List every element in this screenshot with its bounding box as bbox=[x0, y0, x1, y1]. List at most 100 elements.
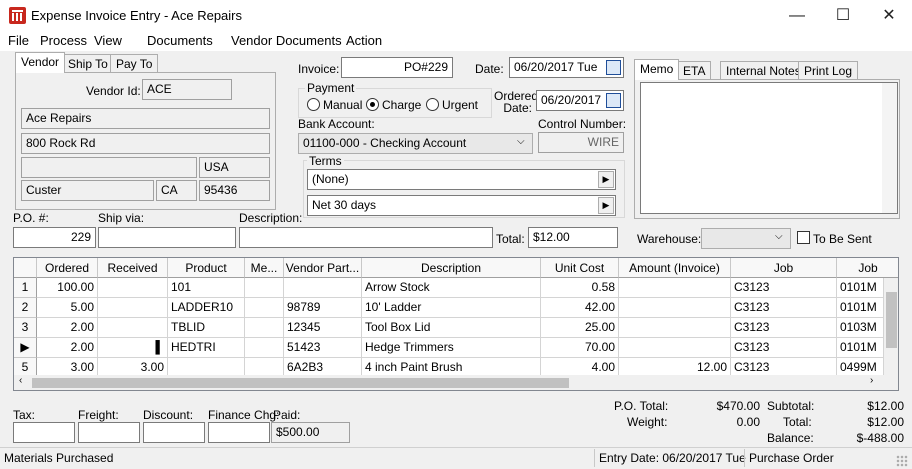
grid-hscroll-thumb[interactable] bbox=[32, 378, 569, 388]
tab-ship-to[interactable]: Ship To bbox=[62, 54, 114, 73]
description-field[interactable] bbox=[239, 227, 493, 248]
cell-job-2[interactable]: 0101M bbox=[837, 338, 884, 358]
tab-internal-notes[interactable]: Internal Notes bbox=[720, 61, 807, 80]
vendor-city-field[interactable]: Custer bbox=[21, 180, 154, 201]
bank-account-select[interactable]: 01100-000 - Checking Account bbox=[298, 133, 533, 154]
cell-me[interactable] bbox=[245, 338, 284, 358]
tab-print-log[interactable]: Print Log bbox=[798, 61, 859, 80]
col-me[interactable]: Me... bbox=[245, 258, 284, 278]
cell-unit-cost[interactable]: 70.00 bbox=[541, 338, 619, 358]
scroll-right-icon[interactable]: › bbox=[870, 375, 873, 386]
vendor-address1-field[interactable]: 800 Rock Rd bbox=[21, 133, 270, 154]
vendor-address2-field[interactable] bbox=[21, 157, 197, 178]
row-header[interactable]: 3 bbox=[14, 318, 37, 338]
cell-received[interactable]: ▌ bbox=[98, 338, 168, 358]
cell-job[interactable]: C3123 bbox=[731, 298, 837, 318]
invoice-field[interactable]: PO#229 bbox=[341, 57, 453, 78]
payment-charge-radio[interactable] bbox=[366, 98, 379, 111]
cell-job[interactable]: C3123 bbox=[731, 338, 837, 358]
menu-documents[interactable]: Documents bbox=[147, 33, 213, 48]
cell-me[interactable] bbox=[245, 298, 284, 318]
menu-action[interactable]: Action bbox=[346, 33, 382, 48]
cell-amount[interactable] bbox=[619, 318, 731, 338]
finance-field[interactable] bbox=[208, 422, 270, 443]
terms-1-arrow-icon[interactable]: ▶ bbox=[598, 171, 614, 188]
cell-description[interactable]: 10' Ladder bbox=[362, 298, 541, 318]
vendor-state-field[interactable]: CA bbox=[156, 180, 197, 201]
menu-vendor-documents[interactable]: Vendor Documents bbox=[231, 33, 342, 48]
row-header[interactable]: 1 bbox=[14, 278, 37, 298]
po-field[interactable]: 229 bbox=[13, 227, 96, 248]
cell-ordered[interactable]: 2.00 bbox=[37, 338, 98, 358]
payment-urgent-radio[interactable] bbox=[426, 98, 439, 111]
cell-product[interactable]: 101 bbox=[168, 278, 245, 298]
cell-unit-cost[interactable]: 25.00 bbox=[541, 318, 619, 338]
scroll-left-icon[interactable]: ‹ bbox=[19, 375, 22, 386]
col-ordered[interactable]: Ordered bbox=[37, 258, 98, 278]
cell-unit-cost[interactable]: 42.00 bbox=[541, 298, 619, 318]
cell-vendor-part[interactable]: 51423 bbox=[284, 338, 362, 358]
cell-ordered[interactable]: 2.00 bbox=[37, 318, 98, 338]
memo-textarea[interactable] bbox=[640, 82, 898, 214]
col-product[interactable]: Product bbox=[168, 258, 245, 278]
cell-amount[interactable] bbox=[619, 278, 731, 298]
ordered-calendar-icon[interactable] bbox=[606, 93, 621, 108]
cell-amount[interactable] bbox=[619, 298, 731, 318]
terms-2-arrow-icon[interactable]: ▶ bbox=[598, 197, 614, 214]
cell-ordered[interactable]: 5.00 bbox=[37, 298, 98, 318]
cell-job-2[interactable]: 0103M bbox=[837, 318, 884, 338]
grid-vertical-scrollbar[interactable] bbox=[884, 278, 898, 376]
control-number-field[interactable]: WIRE bbox=[538, 132, 624, 153]
vendor-zip-field[interactable]: 95436 bbox=[199, 180, 270, 201]
cell-vendor-part[interactable]: 12345 bbox=[284, 318, 362, 338]
cell-description[interactable]: Arrow Stock bbox=[362, 278, 541, 298]
cell-received[interactable] bbox=[98, 298, 168, 318]
terms-field-1[interactable]: (None) bbox=[307, 169, 616, 190]
menu-file[interactable]: File bbox=[8, 33, 29, 48]
grid-vscroll-thumb[interactable] bbox=[886, 292, 897, 348]
cell-vendor-part[interactable]: 98789 bbox=[284, 298, 362, 318]
line-items-grid[interactable]: Ordered Received Product Me... Vendor Pa… bbox=[13, 257, 899, 391]
col-description[interactable]: Description bbox=[362, 258, 541, 278]
row-header[interactable]: ▶ bbox=[14, 338, 37, 358]
col-amount[interactable]: Amount (Invoice) bbox=[619, 258, 731, 278]
calendar-icon[interactable] bbox=[606, 60, 621, 75]
col-job-2[interactable]: Job bbox=[837, 258, 898, 278]
to-be-sent-checkbox[interactable] bbox=[797, 231, 810, 244]
resize-grip-icon[interactable] bbox=[896, 455, 908, 467]
tab-vendor[interactable]: Vendor bbox=[15, 52, 66, 73]
cell-ordered[interactable]: 100.00 bbox=[37, 278, 98, 298]
col-job[interactable]: Job bbox=[731, 258, 837, 278]
cell-description[interactable]: Tool Box Lid bbox=[362, 318, 541, 338]
vendor-name-field[interactable]: Ace Repairs bbox=[21, 108, 270, 129]
maximize-button[interactable]: ☐ bbox=[820, 0, 866, 31]
vendor-id-field[interactable]: ACE bbox=[142, 79, 232, 100]
cell-description[interactable]: Hedge Trimmers bbox=[362, 338, 541, 358]
discount-field[interactable] bbox=[143, 422, 205, 443]
menu-view[interactable]: View bbox=[94, 33, 122, 48]
cell-amount[interactable] bbox=[619, 338, 731, 358]
cell-job-2[interactable]: 0101M bbox=[837, 298, 884, 318]
tab-memo[interactable]: Memo bbox=[634, 59, 680, 80]
col-received[interactable]: Received bbox=[98, 258, 168, 278]
cell-vendor-part[interactable] bbox=[284, 278, 362, 298]
row-header[interactable]: 2 bbox=[14, 298, 37, 318]
cell-job[interactable]: C3123 bbox=[731, 278, 837, 298]
total-field[interactable]: $12.00 bbox=[528, 227, 618, 248]
tab-pay-to[interactable]: Pay To bbox=[110, 54, 159, 73]
cell-product[interactable]: TBLID bbox=[168, 318, 245, 338]
cell-me[interactable] bbox=[245, 318, 284, 338]
ship-via-field[interactable] bbox=[98, 227, 236, 248]
cell-unit-cost[interactable]: 0.58 bbox=[541, 278, 619, 298]
terms-field-2[interactable]: Net 30 days bbox=[307, 195, 616, 216]
cell-job[interactable]: C3123 bbox=[731, 318, 837, 338]
tab-eta[interactable]: ETA bbox=[677, 61, 712, 80]
paid-field[interactable]: $500.00 bbox=[271, 422, 350, 443]
cell-received[interactable] bbox=[98, 278, 168, 298]
menu-process[interactable]: Process bbox=[40, 33, 87, 48]
cell-product[interactable]: HEDTRI bbox=[168, 338, 245, 358]
grid-horizontal-scrollbar[interactable]: ‹ › bbox=[14, 375, 898, 390]
vendor-country-field[interactable]: USA bbox=[199, 157, 270, 178]
memo-scrollbar[interactable] bbox=[882, 83, 897, 213]
col-vendor-part[interactable]: Vendor Part... bbox=[284, 258, 362, 278]
